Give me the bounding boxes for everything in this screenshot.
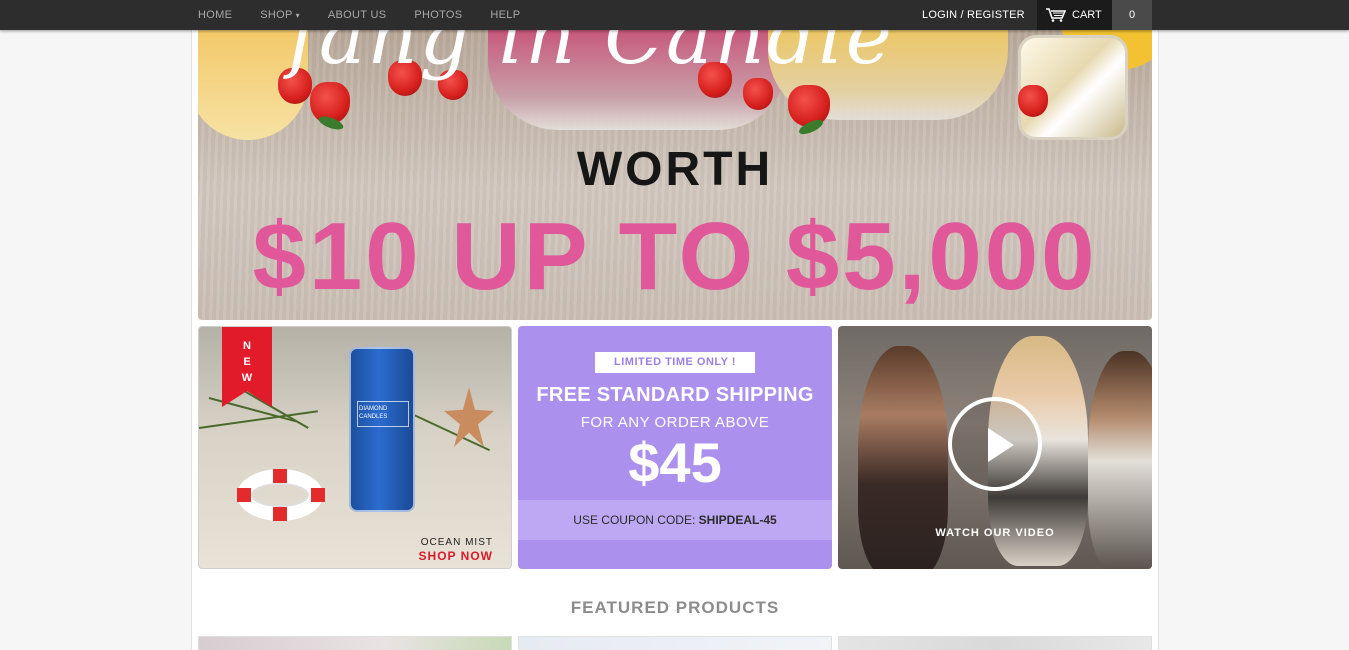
top-navigation-bar: HOME SHOP ▾ ABOUT US PHOTOS HELP LOGIN / … [0, 0, 1349, 30]
shopping-cart-icon [1046, 8, 1066, 22]
cart-label: CART [1072, 9, 1102, 21]
life-ring-stripe [273, 507, 287, 521]
ocean-mist-promo-tile[interactable]: N E W DIAMOND CANDLES OCEAN MIST SHOP NOW [198, 326, 512, 569]
nav-photos-label: PHOTOS [414, 9, 463, 21]
threshold-price: $45 [628, 431, 722, 494]
limited-time-banner: LIMITED TIME ONLY ! [595, 352, 755, 373]
cart-button[interactable]: CART [1037, 0, 1112, 30]
nav-about-label: ABOUT US [327, 9, 387, 21]
main-menu: HOME SHOP ▾ ABOUT US PHOTOS HELP [198, 0, 548, 30]
nav-home-label: HOME [198, 9, 233, 21]
watch-video-caption: WATCH OUR VIDEO [935, 527, 1055, 539]
nav-shop-link[interactable]: SHOP ▾ [260, 9, 300, 21]
strawberry-image [743, 78, 773, 110]
hero-worth-text: WORTH [576, 143, 774, 196]
grass-image [199, 410, 318, 429]
strawberry-image [1018, 85, 1048, 117]
coupon-prefix: USE COUPON CODE: [573, 513, 696, 527]
shop-now-link[interactable]: SHOP NOW [419, 549, 493, 563]
nav-about-link[interactable]: ABOUT US [328, 9, 386, 21]
featured-products-heading: FEATURED PRODUCTS [570, 598, 780, 617]
free-shipping-headline: FREE STANDARD SHIPPING [536, 384, 814, 406]
coupon-code: SHIPDEAL-45 [698, 513, 777, 527]
hero-banner[interactable]: fang in Candle WORTH $10 UP TO $5,000 [198, 30, 1152, 320]
life-ring-stripe [273, 469, 287, 483]
nav-help-link[interactable]: HELP [490, 9, 520, 21]
life-ring-image [237, 469, 325, 521]
order-threshold-subline: FOR ANY ORDER ABOVE [580, 414, 770, 431]
featured-product-card[interactable] [838, 636, 1152, 650]
nav-shop-label: SHOP [260, 9, 293, 21]
nav-help-label: HELP [490, 9, 521, 21]
login-register-link[interactable]: LOGIN / REGISTER [922, 0, 1025, 30]
product-name-label: OCEAN MIST [420, 537, 493, 548]
coupon-code-text: USE COUPON CODE: SHIPDEAL-45 [518, 513, 832, 527]
starfish-image [444, 387, 494, 447]
new-badge-letter: N [243, 340, 251, 352]
nav-photos-link[interactable]: PHOTOS [414, 9, 462, 21]
new-badge-letter: E [243, 356, 251, 368]
blue-candle-jar-image: DIAMOND CANDLES [349, 347, 415, 512]
free-shipping-promo-tile[interactable]: LIMITED TIME ONLY ! FREE STANDARD SHIPPI… [518, 326, 832, 569]
featured-product-card[interactable] [518, 636, 832, 650]
strawberry-image [788, 85, 830, 127]
life-ring-stripe [311, 488, 325, 502]
candle-brand-graphic: DIAMOND CANDLES [359, 406, 388, 420]
hero-script-text-graphic: fang in Candle [288, 30, 894, 82]
play-icon[interactable] [948, 397, 1042, 491]
nav-home-link[interactable]: HOME [198, 9, 232, 21]
play-triangle [988, 428, 1014, 462]
featured-product-card[interactable] [198, 636, 512, 650]
new-badge-letter: W [241, 372, 253, 384]
life-ring-stripe [237, 488, 251, 502]
chevron-down-icon: ▾ [295, 11, 300, 20]
watch-video-tile[interactable]: WATCH OUR VIDEO [838, 326, 1152, 569]
hero-amount-text: $10 UP TO $5,000 [252, 203, 1098, 310]
new-badge-ribbon: N E W [222, 327, 272, 407]
cart-count-badge[interactable]: 0 [1112, 0, 1152, 30]
